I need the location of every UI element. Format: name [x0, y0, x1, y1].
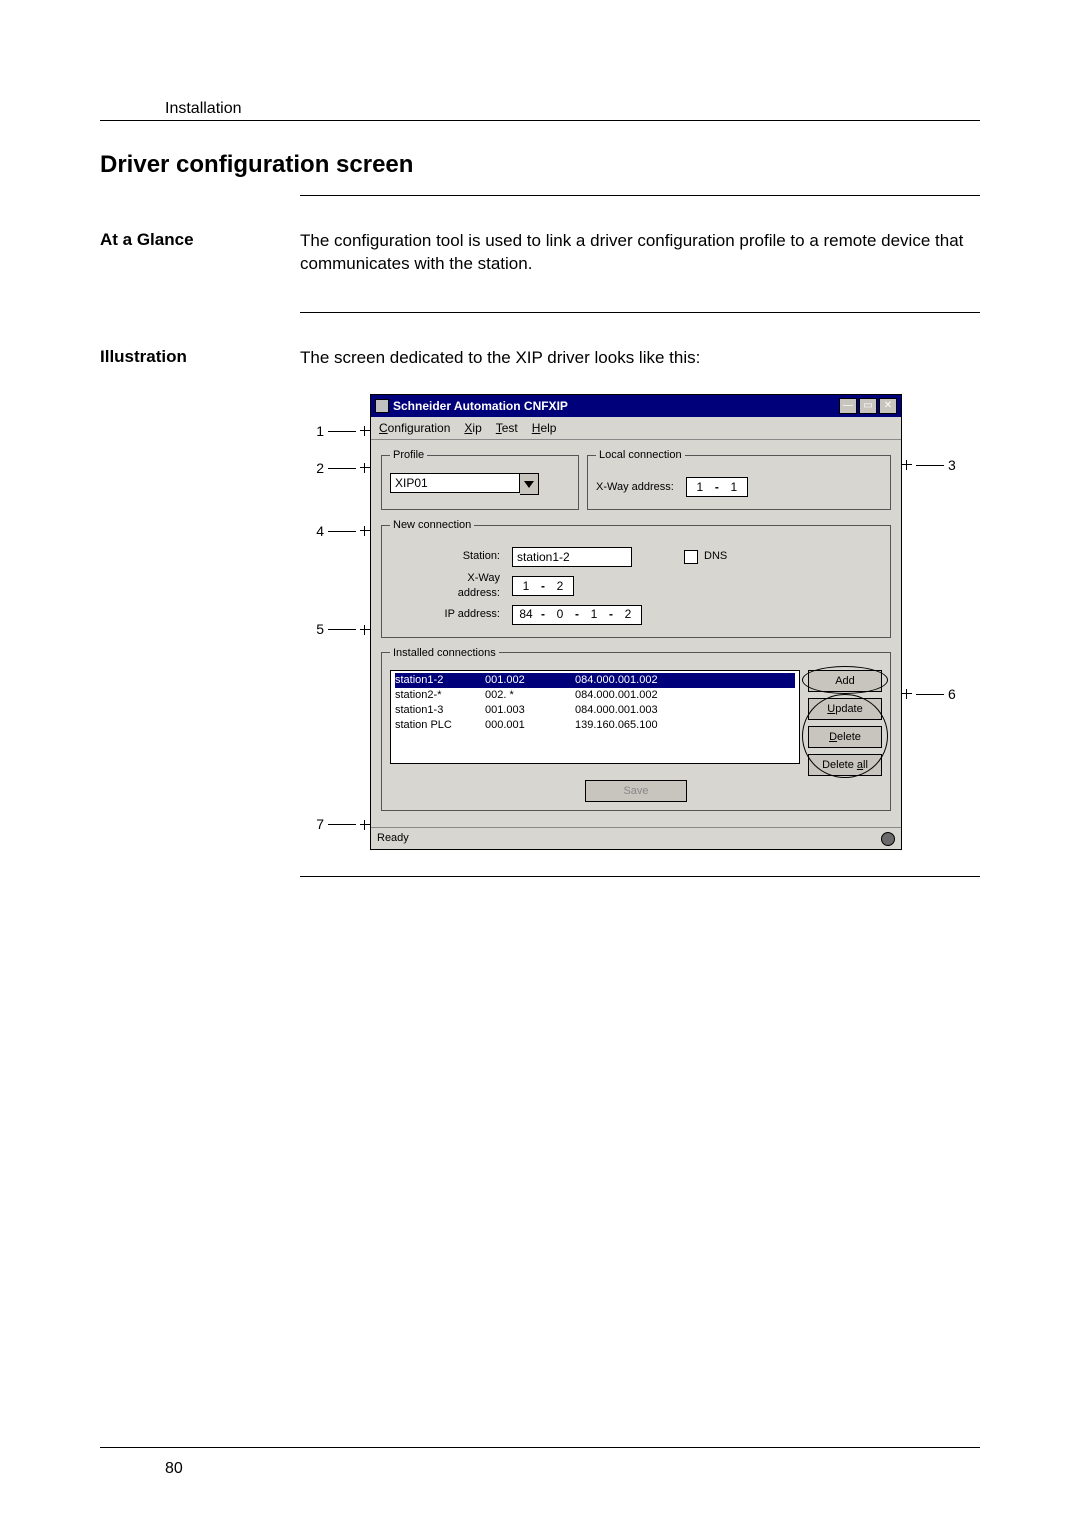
illustration-leadin: The screen dedicated to the XIP driver l…	[300, 347, 980, 370]
close-button[interactable]: ✕	[879, 398, 897, 414]
menu-configuration[interactable]: Configuration	[379, 420, 450, 436]
installed-legend: Installed connections	[390, 646, 499, 661]
list-item: station1-2001.002084.000.001.002	[395, 673, 795, 688]
button-column: Add Update Delete Delete all	[808, 670, 882, 776]
system-menu-icon[interactable]	[375, 399, 389, 413]
list-item: station PLC000.001139.160.065.100	[395, 718, 795, 733]
callout-5: 5	[316, 620, 324, 639]
running-head: Installation	[165, 100, 980, 118]
profile-input[interactable]	[390, 473, 520, 493]
footer-rule	[100, 1447, 980, 1448]
callout-7: 7	[316, 815, 324, 834]
dns-checkbox[interactable]	[684, 550, 698, 564]
group-oval-icon	[802, 694, 888, 778]
callout-4: 4	[316, 522, 324, 541]
app-window: Schneider Automation CNFXIP — ▭ ✕ Config…	[370, 394, 902, 850]
menubar: Configuration Xip Test Help	[371, 417, 901, 440]
titlebar: Schneider Automation CNFXIP — ▭ ✕	[371, 395, 901, 417]
sub-rule-1	[300, 195, 980, 196]
status-text: Ready	[377, 831, 409, 846]
new-connection-legend: New connection	[390, 518, 474, 533]
section-title: Driver configuration screen	[100, 151, 980, 179]
local-xway-label: X-Way address:	[596, 480, 674, 495]
ip-input[interactable]: 84- 0- 1- 2	[512, 605, 642, 625]
status-bar: Ready	[371, 827, 901, 849]
ip-label: IP address:	[426, 607, 500, 622]
minimize-button[interactable]: —	[839, 398, 857, 414]
sub-rule-2	[300, 312, 980, 313]
new-xway-label: X-Way address:	[426, 571, 500, 601]
sub-rule-3	[300, 876, 980, 877]
local-xway-input[interactable]: 1-1	[686, 477, 748, 497]
chevron-down-icon[interactable]	[520, 473, 539, 495]
menu-xip[interactable]: Xip	[464, 420, 481, 436]
callout-2: 2	[316, 459, 324, 478]
list-item: station2-*002. *084.000.001.002	[395, 688, 795, 703]
menu-test[interactable]: Test	[496, 420, 518, 436]
callout-3: 3	[948, 456, 956, 475]
menu-help[interactable]: Help	[532, 420, 557, 436]
local-connection-legend: Local connection	[596, 448, 685, 463]
maximize-button[interactable]: ▭	[859, 398, 877, 414]
illustration-label: Illustration	[100, 347, 300, 850]
status-dot-icon	[881, 832, 895, 846]
callouts-left: 1 2 4 5 7	[300, 394, 370, 834]
connections-list[interactable]: station1-2001.002084.000.001.002 station…	[390, 670, 800, 764]
header-rule	[100, 120, 980, 121]
at-a-glance-text: The configuration tool is used to link a…	[300, 230, 980, 276]
callout-6: 6	[948, 685, 956, 704]
list-item: station1-3001.003084.000.001.003	[395, 703, 795, 718]
at-a-glance-label: At a Glance	[100, 230, 300, 276]
callouts-right: 3 6	[902, 394, 972, 704]
new-xway-input[interactable]: 1-2	[512, 576, 574, 596]
window-title: Schneider Automation CNFXIP	[393, 398, 839, 414]
station-input[interactable]: station1-2	[512, 547, 632, 567]
callout-1: 1	[316, 422, 324, 441]
save-button[interactable]: Save	[585, 780, 687, 802]
page-number: 80	[165, 1460, 183, 1478]
profile-legend: Profile	[390, 448, 427, 463]
station-label: Station:	[426, 549, 500, 564]
profile-dropdown[interactable]	[390, 473, 570, 495]
dns-label: DNS	[704, 549, 727, 564]
